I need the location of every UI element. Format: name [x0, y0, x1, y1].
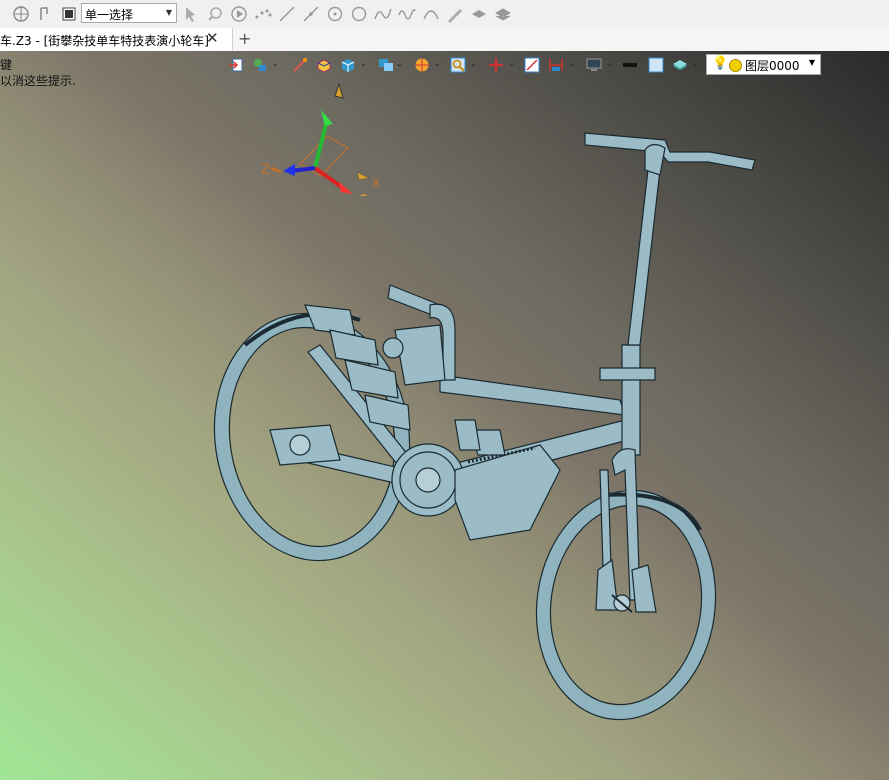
stop-icon[interactable]: [60, 5, 78, 23]
selection-mode-value: 单一选择: [85, 8, 134, 22]
selection-mode-select[interactable]: 单一选择 ▼: [81, 3, 177, 23]
close-icon[interactable]: ✕: [206, 29, 219, 47]
pointer-icon[interactable]: [182, 5, 200, 23]
stack-icon[interactable]: [494, 5, 512, 23]
circle-icon[interactable]: [350, 5, 368, 23]
line2-icon[interactable]: [302, 5, 320, 23]
main-toolbar: 单一选择 ▼: [0, 0, 889, 29]
layer-icon[interactable]: [470, 5, 488, 23]
wave-icon[interactable]: [398, 5, 416, 23]
bicycle-model[interactable]: [0, 51, 889, 780]
document-tab-title: 车.Z3 - [街攀杂技单车特技表演小轮车]: [0, 34, 209, 48]
pen-icon[interactable]: [446, 5, 464, 23]
add-tab-button[interactable]: +: [238, 29, 251, 48]
chevron-down-icon: ▼: [165, 8, 172, 17]
document-tab[interactable]: 车.Z3 - [街攀杂技单车特技表演小轮车] ✕: [0, 28, 233, 51]
tab-bar: 车.Z3 - [街攀杂技单车特技表演小轮车] ✕ +: [0, 28, 889, 52]
points-icon[interactable]: [254, 5, 272, 23]
arc-icon[interactable]: [422, 5, 440, 23]
curve-icon[interactable]: [374, 5, 392, 23]
circle-dot-icon[interactable]: [326, 5, 344, 23]
pick-icon[interactable]: [206, 5, 224, 23]
undo-icon[interactable]: [36, 5, 54, 23]
graphics-viewport[interactable]: 键 以消这些提示. ⌄ ⌄ ⌄ ⌄ ⌄ ⌄ ⌄ ⌄ ⌄ 💡 图层0000 ▼ Z…: [0, 51, 889, 780]
play-icon[interactable]: [230, 5, 248, 23]
line-icon[interactable]: [278, 5, 296, 23]
globe-icon[interactable]: [12, 5, 30, 23]
